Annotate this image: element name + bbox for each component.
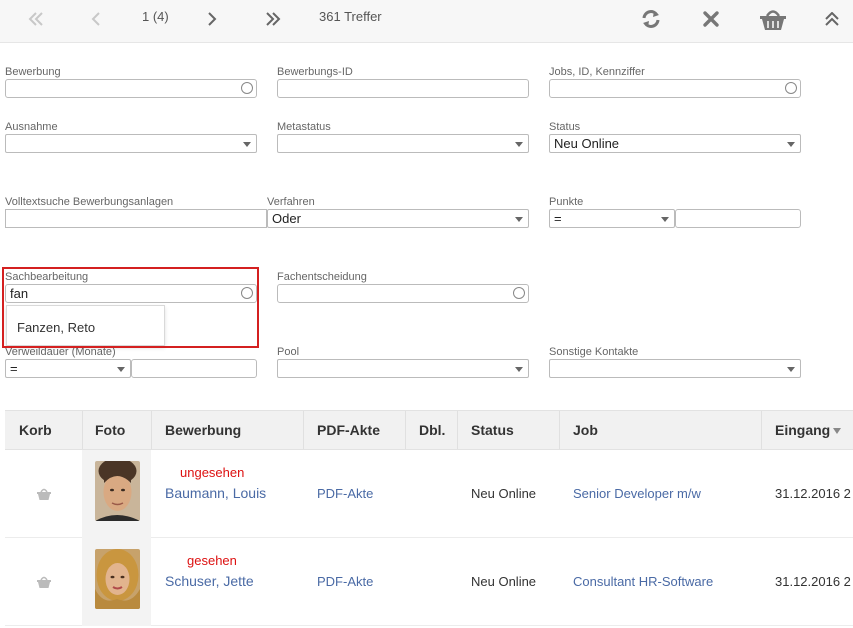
col-bewerbung[interactable]: Bewerbung [165, 411, 241, 449]
status-cell: Neu Online [471, 574, 537, 589]
basket-icon[interactable] [36, 487, 52, 501]
col-eingang[interactable]: Eingang [775, 411, 842, 449]
table-row[interactable]: gesehen Schuser, Jette PDF-Akte Neu Onli… [5, 538, 853, 626]
prev-page-icon[interactable] [84, 0, 108, 38]
punkte-operator-select[interactable]: = [549, 209, 675, 228]
search-circle-icon [785, 82, 797, 94]
eingang-cell: 31.12.2016 2 [775, 574, 851, 589]
col-pdf[interactable]: PDF-Akte [317, 411, 380, 449]
verfahren-select[interactable]: Oder [267, 209, 529, 228]
col-dbl[interactable]: Dbl. [419, 411, 445, 449]
close-icon[interactable] [698, 0, 724, 38]
chevron-down-icon [787, 367, 795, 372]
eingang-cell: 31.12.2016 2 [775, 486, 851, 501]
last-page-icon[interactable] [259, 0, 287, 38]
applicant-name-link[interactable]: Baumann, Louis [165, 485, 266, 501]
ausnahme-label: Ausnahme [5, 121, 58, 133]
jobs-input[interactable] [549, 79, 801, 98]
basket-icon[interactable] [756, 0, 790, 38]
basket-icon[interactable] [36, 575, 52, 589]
col-divider [82, 411, 83, 449]
jobs-label: Jobs, ID, Kennziffer [549, 66, 645, 78]
search-circle-icon [241, 287, 253, 299]
punkte-label: Punkte [549, 196, 584, 208]
table-header: Korb Foto Bewerbung PDF-Akte Dbl. Status… [5, 410, 853, 450]
pdf-link[interactable]: PDF-Akte [317, 574, 373, 589]
punkte-input[interactable] [675, 209, 801, 228]
table-row[interactable]: ungesehen Baumann, Louis PDF-Akte Neu On… [5, 450, 853, 538]
sonstige-select[interactable] [549, 359, 801, 378]
col-job[interactable]: Job [573, 411, 598, 449]
applicant-photo [95, 461, 140, 521]
job-link[interactable]: Senior Developer m/w [573, 486, 701, 501]
metastatus-label: Metastatus [277, 121, 331, 133]
page-info: 1 (4) [142, 9, 169, 24]
hit-count: 361 Treffer [319, 9, 382, 24]
chevron-down-icon [787, 142, 795, 147]
bewerbungs-id-label: Bewerbungs-ID [277, 66, 353, 78]
fachentscheidung-input[interactable] [277, 284, 529, 303]
search-circle-icon [513, 287, 525, 299]
refresh-icon[interactable] [637, 0, 665, 38]
volltext-input[interactable] [5, 209, 267, 228]
ausnahme-select[interactable] [5, 134, 257, 153]
sonstige-label: Sonstige Kontakte [549, 346, 639, 358]
job-link[interactable]: Consultant HR-Software [573, 574, 713, 589]
col-divider [151, 411, 152, 449]
pool-label: Pool [277, 346, 300, 358]
col-korb[interactable]: Korb [19, 411, 52, 449]
col-divider [559, 411, 560, 449]
sachbearbeitung-label: Sachbearbeitung [5, 271, 89, 283]
pdf-link[interactable]: PDF-Akte [317, 486, 373, 501]
col-divider [303, 411, 304, 449]
collapse-icon[interactable] [820, 0, 844, 38]
seen-status: ungesehen [180, 465, 245, 480]
chevron-down-icon [243, 142, 251, 147]
chevron-down-icon [661, 217, 669, 222]
status-select[interactable]: Neu Online [549, 134, 801, 153]
bewerbung-label: Bewerbung [5, 66, 61, 78]
col-status[interactable]: Status [471, 411, 514, 449]
chevron-down-icon [515, 142, 523, 147]
applicant-photo [95, 549, 140, 609]
status-label: Status [549, 121, 581, 133]
sachbearbeitung-input[interactable]: fan [5, 284, 257, 303]
bewerbung-input[interactable] [5, 79, 257, 98]
fachentscheidung-label: Fachentscheidung [277, 271, 367, 283]
status-cell: Neu Online [471, 486, 537, 501]
first-page-icon[interactable] [22, 0, 50, 38]
verweildauer-label: Verweildauer (Monate) [5, 346, 116, 358]
bewerbungs-id-input[interactable] [277, 79, 529, 98]
verweildauer-input[interactable] [131, 359, 257, 378]
col-divider [761, 411, 762, 449]
autocomplete-option[interactable]: Fanzen, Reto [17, 320, 95, 335]
toolbar: 1 (4) 361 Treffer [0, 0, 853, 43]
seen-status: gesehen [187, 553, 237, 568]
metastatus-select[interactable] [277, 134, 529, 153]
search-circle-icon [241, 82, 253, 94]
sort-desc-icon [833, 428, 842, 435]
pool-select[interactable] [277, 359, 529, 378]
col-divider [405, 411, 406, 449]
applicant-name-link[interactable]: Schuser, Jette [165, 573, 254, 589]
verweildauer-operator-select[interactable]: = [5, 359, 131, 378]
verfahren-label: Verfahren [267, 196, 315, 208]
col-foto[interactable]: Foto [95, 411, 125, 449]
chevron-down-icon [515, 217, 523, 222]
volltext-label: Volltextsuche Bewerbungsanlagen [5, 196, 174, 208]
col-divider [457, 411, 458, 449]
chevron-down-icon [117, 367, 125, 372]
chevron-down-icon [515, 367, 523, 372]
next-page-icon[interactable] [200, 0, 224, 38]
autocomplete-dropdown: Fanzen, Reto [6, 305, 165, 346]
